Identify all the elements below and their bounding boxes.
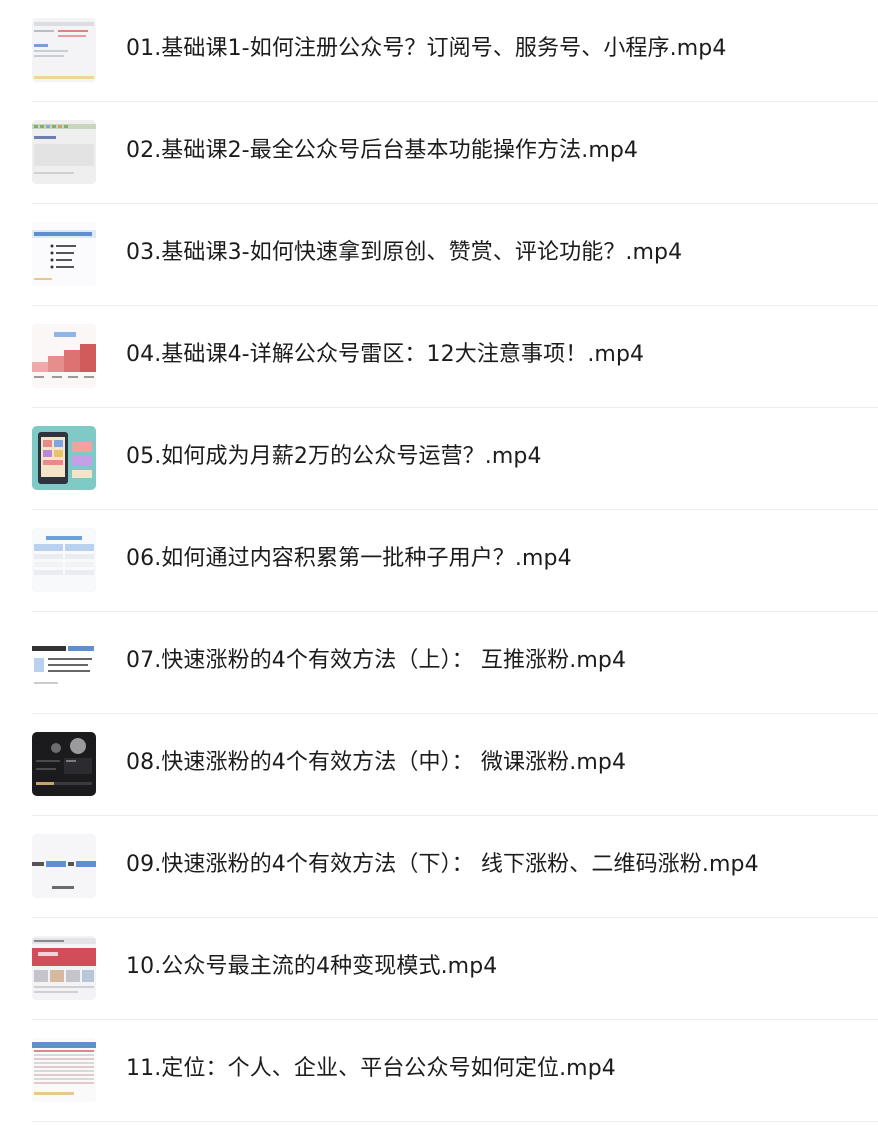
web-store-thumbnail-icon	[32, 936, 96, 1000]
file-name: 05.如何成为月薪2万的公众号运营？.mp4	[126, 444, 542, 469]
banner-slide-thumbnail-icon	[32, 834, 96, 898]
file-list: 01.基础课1-如何注册公众号？订阅号、服务号、小程序.mp4 02.基础课2-…	[0, 0, 878, 1126]
spreadsheet-thumbnail-icon	[32, 1038, 96, 1102]
file-name: 09.快速涨粉的4个有效方法（下）： 线下涨粉、二维码涨粉.mp4	[126, 852, 759, 877]
file-name: 07.快速涨粉的4个有效方法（上）： 互推涨粉.mp4	[126, 648, 627, 673]
list-item[interactable]: 07.快速涨粉的4个有效方法（上）： 互推涨粉.mp4	[0, 612, 878, 714]
file-name: 02.基础课2-最全公众号后台基本功能操作方法.mp4	[126, 138, 639, 163]
admin-page-thumbnail-icon	[32, 18, 96, 82]
list-item[interactable]: 08.快速涨粉的4个有效方法（中）： 微课涨粉.mp4	[0, 714, 878, 816]
list-item[interactable]: 10.公众号最主流的4种变现模式.mp4	[0, 918, 878, 1020]
list-item[interactable]: 09.快速涨粉的4个有效方法（下）： 线下涨粉、二维码涨粉.mp4	[0, 816, 878, 918]
list-item[interactable]: 01.基础课1-如何注册公众号？订阅号、服务号、小程序.mp4	[0, 0, 878, 102]
list-item[interactable]: 06.如何通过内容积累第一批种子用户？.mp4	[0, 510, 878, 612]
list-item[interactable]: 02.基础课2-最全公众号后台基本功能操作方法.mp4	[0, 102, 878, 204]
list-item[interactable]: 11.定位：个人、企业、平台公众号如何定位.mp4	[0, 1020, 878, 1122]
bar-steps-thumbnail-icon	[32, 324, 96, 388]
file-name: 11.定位：个人、企业、平台公众号如何定位.mp4	[126, 1056, 616, 1081]
list-item[interactable]: 03.基础课3-如何快速拿到原创、赞赏、评论功能？.mp4	[0, 204, 878, 306]
dark-video-thumbnail-icon	[32, 732, 96, 796]
file-name: 01.基础课1-如何注册公众号？订阅号、服务号、小程序.mp4	[126, 36, 727, 61]
list-item[interactable]: 05.如何成为月薪2万的公众号运营？.mp4	[0, 408, 878, 510]
phone-illustration-thumbnail-icon	[32, 426, 96, 490]
text-slide-thumbnail-icon	[32, 630, 96, 694]
file-name: 10.公众号最主流的4种变现模式.mp4	[126, 954, 498, 979]
dashboard-thumbnail-icon	[32, 120, 96, 184]
file-name: 03.基础课3-如何快速拿到原创、赞赏、评论功能？.mp4	[126, 240, 683, 265]
list-item[interactable]: 04.基础课4-详解公众号雷区：12大注意事项！.mp4	[0, 306, 878, 408]
table-slide-thumbnail-icon	[32, 528, 96, 592]
slide-bullets-thumbnail-icon	[32, 222, 96, 286]
row-divider	[32, 1121, 878, 1122]
file-name: 06.如何通过内容积累第一批种子用户？.mp4	[126, 546, 572, 571]
file-name: 08.快速涨粉的4个有效方法（中）： 微课涨粉.mp4	[126, 750, 627, 775]
file-name: 04.基础课4-详解公众号雷区：12大注意事项！.mp4	[126, 342, 645, 367]
